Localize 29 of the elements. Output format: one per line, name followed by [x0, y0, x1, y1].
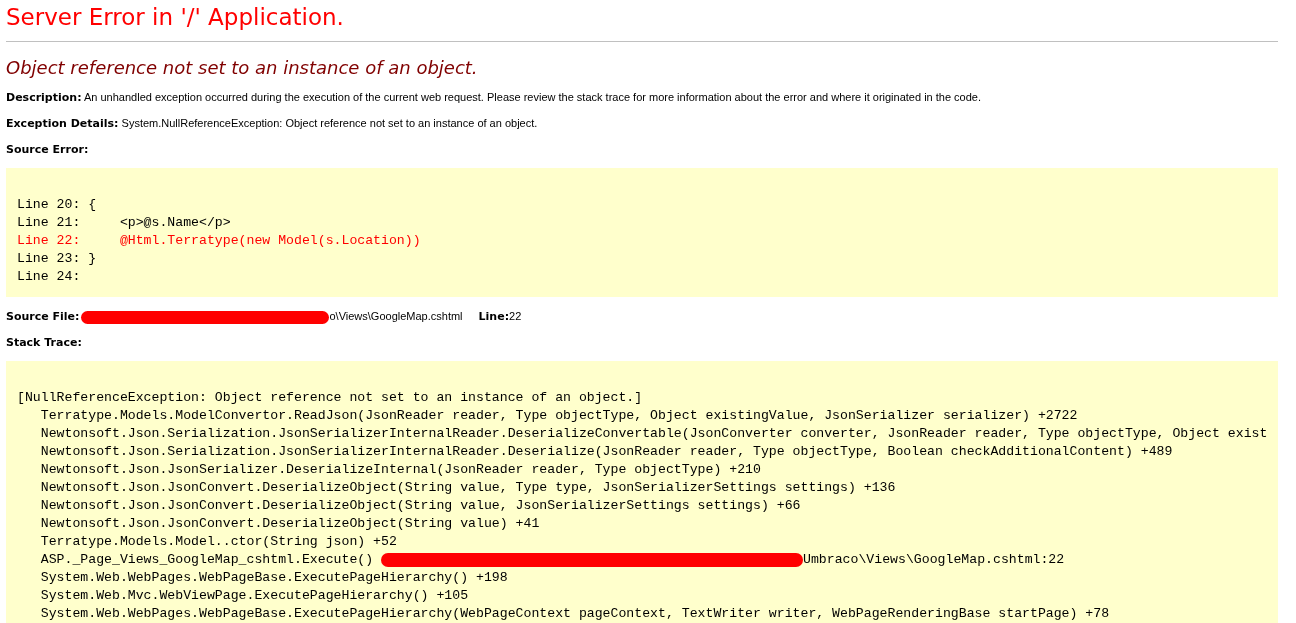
stack-trace-line: System.Web.Mvc.WebViewPage.ExecutePageHierarchy() +105: [39, 587, 469, 605]
stack-trace-line: System.Web.WebPages.WebPageBase.ExecutePageHierarchy() +198: [39, 569, 508, 587]
code-line: Line 20: {: [17, 196, 97, 214]
stack-trace-line: Newtonsoft.Json.JsonConvert.DeserializeObject(String value, Type type, JsonSerializerSettings settings) +136: [39, 479, 896, 497]
page-title: Server Error in '/' Application.: [6, 3, 345, 32]
stack-trace-line: System.Web.WebPages.WebPageBase.ExecutePageHierarchy(WebPageContext pageContext, TextWriter writer, WebPageRenderingBase startPage) +78: [39, 605, 1110, 623]
stack-trace-line: Newtonsoft.Json.Serialization.JsonSerializerInternalReader.DeserializeConvertable(JsonConverter converter, JsonReader reader, Type objectType, Object exist: [39, 425, 1268, 443]
stack-trace-line: Newtonsoft.Json.JsonConvert.DeserializeObject(String value) +41: [39, 515, 540, 533]
exception-details-text: Exception Details: System.NullReferenceException: Object reference not set to an instance of an object.: [6, 116, 539, 131]
stack-trace-line: Terratype.Models.ModelConvertor.ReadJson(JsonReader reader, Type objectType, Object existingValue, JsonSerializer serializer) +2722: [39, 407, 1078, 425]
stack-trace-line: Terratype.Models.Model..ctor(String json) +52: [39, 533, 397, 551]
error-heading: Object reference not set to an instance of an object.: [6, 56, 479, 80]
stack-trace-line: Newtonsoft.Json.JsonSerializer.DeserializeInternal(JsonReader reader, Type objectType) +210: [39, 461, 761, 479]
stack-trace-line: Newtonsoft.Json.Serialization.JsonSerializerInternalReader.Deserialize(JsonReader reader, Type objectType, Boolean checkAdditionalContent) +489: [39, 443, 1173, 461]
stack-trace-line: Umbraco\Views\GoogleMap.cshtml:22: [803, 551, 1065, 569]
stack-trace-line: Newtonsoft.Json.JsonConvert.DeserializeObject(String value, JsonSerializerSettings settings) +66: [39, 497, 801, 515]
section-label: Stack Trace:: [6, 335, 83, 350]
line-label: Line:: [478, 310, 510, 323]
code-line: Line 22: @Html.Terratype(new Model(s.Location)): [17, 232, 421, 250]
source-file-label: Source File:: [6, 310, 80, 323]
stack-trace-line: ASP._Page_Views_GoogleMap_cshtml.Execute(): [39, 551, 375, 569]
line-number: 22: [509, 310, 522, 322]
description-text: Description: An unhandled exception occurred during the execution of the current web request. Please review the stack trace for more information about the error and where it originated in the code.: [6, 90, 983, 105]
stack-trace-line: [NullReferenceException: Object reference not set to an instance of an object.]: [17, 389, 643, 407]
code-line: Line 23: }: [17, 250, 97, 268]
code-line: Line 21: <p>@s.Name</p>: [17, 214, 231, 232]
source-file-path: o\Views\GoogleMap.cshtml: [329, 310, 463, 322]
code-line: Line 24:: [17, 268, 81, 286]
section-label: Source Error:: [6, 142, 90, 157]
